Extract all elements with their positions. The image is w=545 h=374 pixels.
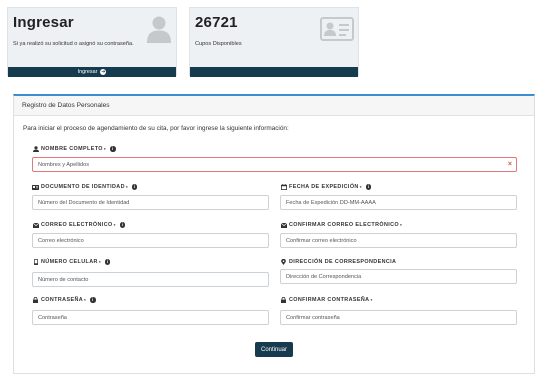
login-button-label: Ingresar	[77, 69, 98, 75]
form-intro: Para iniciar el proceso de agendamiento …	[23, 125, 289, 132]
email-label: CORREO ELECTRÓNICO * i	[32, 222, 126, 228]
id-card-icon	[32, 184, 39, 190]
envelope-icon	[280, 222, 287, 228]
quota-card-footer	[190, 67, 358, 77]
envelope-icon	[32, 222, 39, 228]
issue-date-input[interactable]: Fecha de Expedición DD-MM-AAAA	[280, 195, 517, 210]
phone-label: NÚMERO CELULAR * i	[32, 259, 111, 265]
address-input[interactable]: Dirección de Correspondencia	[280, 269, 517, 284]
panel-title: Registro de Datos Personales	[14, 96, 534, 116]
info-icon[interactable]: i	[90, 297, 96, 303]
map-marker-icon	[280, 259, 287, 265]
phone-input[interactable]: Número de contacto	[32, 272, 269, 287]
continue-button[interactable]: Continuar	[255, 342, 293, 357]
user-icon	[147, 16, 171, 43]
password-confirm-input[interactable]: Confirmar contraseña	[280, 310, 517, 325]
login-card-subtitle: Si ya realizó su solicitud o asignó su c…	[13, 41, 134, 47]
user-icon	[32, 146, 39, 152]
issue-date-label: FECHA DE EXPEDICIÓN * i	[280, 184, 372, 190]
login-card: Ingresar Si ya realizó su solicitud o as…	[7, 7, 177, 77]
info-icon[interactable]: i	[110, 146, 116, 152]
lock-icon	[32, 297, 39, 303]
id-document-label: DOCUMENTO DE IDENTIDAD * i	[32, 184, 138, 190]
info-icon[interactable]: i	[105, 259, 111, 265]
id-card-icon	[320, 17, 354, 41]
calendar-icon	[280, 184, 287, 190]
email-confirm-label: CONFIRMAR CORREO ELECTRÓNICO *	[280, 222, 402, 228]
login-button[interactable]: Ingresar ➜	[8, 67, 176, 77]
id-document-input[interactable]: Número del Documento de Identidad	[32, 195, 269, 210]
full-name-input[interactable]: Nombres y Apellidos ×	[32, 157, 517, 172]
password-confirm-label: CONFIRMAR CONTRASEÑA *	[280, 297, 373, 303]
arrow-right-icon: ➜	[100, 68, 107, 75]
address-label: DIRECCIÓN DE CORRESPONDENCIA	[280, 259, 397, 265]
clear-icon[interactable]: ×	[508, 161, 512, 168]
password-input[interactable]: Contraseña	[32, 310, 269, 325]
full-name-label: NOMBRE COMPLETO * i	[32, 146, 116, 152]
info-icon[interactable]: i	[365, 184, 372, 190]
email-confirm-input[interactable]: Confirmar correo electrónico	[280, 233, 517, 248]
lock-icon	[280, 297, 287, 303]
password-label: CONTRASEÑA * i	[32, 297, 96, 303]
info-icon[interactable]: i	[132, 184, 138, 190]
info-icon[interactable]: i	[119, 222, 126, 228]
quota-subtitle: Cupos Disponibles	[195, 41, 242, 47]
mobile-icon	[32, 259, 39, 265]
quota-card: 26721 Cupos Disponibles	[189, 7, 359, 77]
email-input[interactable]: Correo electrónico	[32, 233, 269, 248]
